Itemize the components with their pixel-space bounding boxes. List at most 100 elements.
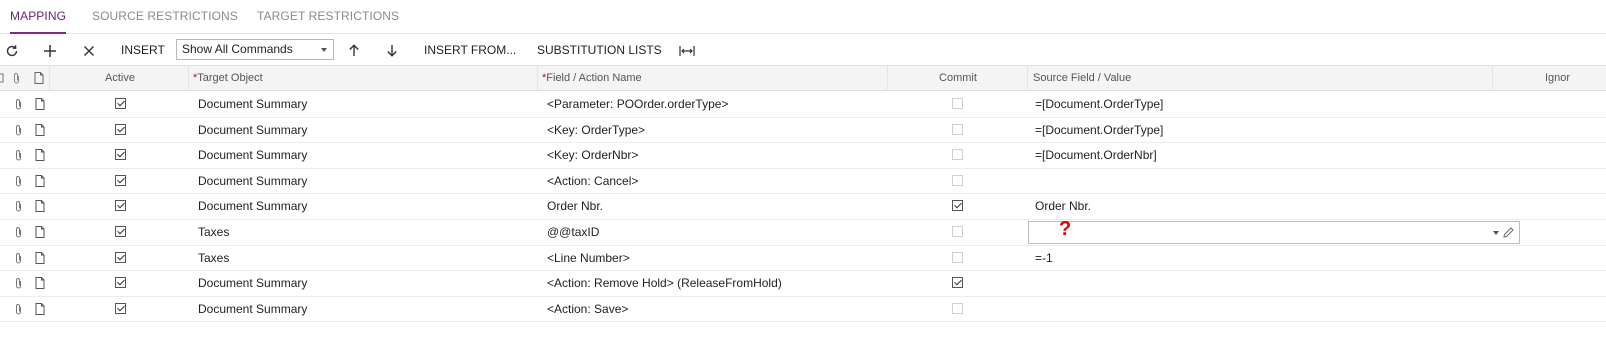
insert-button[interactable]: INSERT: [121, 34, 165, 66]
source-field-cell[interactable]: [1035, 169, 1485, 194]
source-field-cell[interactable]: =[Document.OrderType]: [1035, 118, 1485, 143]
source-field-cell[interactable]: =[Document.OrderNbr]: [1035, 143, 1485, 168]
refresh-button[interactable]: [0, 34, 24, 66]
paperclip-icon[interactable]: [14, 226, 26, 239]
commit-checkbox[interactable]: [952, 302, 963, 314]
commit-column-header[interactable]: Commit: [888, 66, 1028, 91]
note-header-icon: [34, 66, 48, 91]
delete-row-button[interactable]: [77, 34, 101, 66]
plus-icon: [44, 44, 56, 57]
active-checkbox[interactable]: [115, 200, 126, 212]
table-row[interactable]: Document Summary <Key: OrderType> =[Docume…: [0, 118, 1606, 144]
commit-checkbox[interactable]: [952, 226, 963, 237]
source-field-cell[interactable]: [1035, 297, 1485, 322]
source-field-cell[interactable]: =-1: [1035, 246, 1485, 271]
chevron-down-icon[interactable]: [1493, 231, 1499, 235]
arrow-up-icon: [349, 44, 359, 57]
active-checkbox[interactable]: [115, 174, 126, 186]
note-icon[interactable]: [35, 302, 47, 316]
field-action-cell[interactable]: <Action: Remove Hold> (ReleaseFromHold): [547, 271, 882, 296]
note-icon[interactable]: [35, 251, 47, 265]
active-checkbox[interactable]: [115, 226, 126, 237]
tab-mapping[interactable]: MAPPING: [10, 0, 67, 34]
active-checkbox[interactable]: [115, 277, 126, 289]
paperclip-icon[interactable]: [14, 175, 26, 188]
field-action-column-header[interactable]: *Field / Action Name: [542, 66, 882, 91]
field-action-cell[interactable]: <Action: Cancel>: [547, 169, 882, 194]
field-action-cell[interactable]: <Action: Save>: [547, 297, 882, 322]
arrow-down-icon: [387, 45, 397, 58]
field-action-cell[interactable]: <Line Number>: [547, 246, 882, 271]
fit-columns-button[interactable]: [675, 34, 699, 66]
table-row[interactable]: Document Summary <Action: Remove Hold> (R…: [0, 271, 1606, 297]
substitution-lists-button[interactable]: SUBSTITUTION LISTS: [537, 34, 662, 66]
grid-header: Active *Target Object *Field / Action Na…: [0, 66, 1606, 91]
target-object-cell[interactable]: Document Summary: [198, 297, 533, 322]
paperclip-icon[interactable]: [14, 124, 26, 137]
active-checkbox[interactable]: [115, 98, 126, 109]
note-icon[interactable]: [35, 123, 47, 137]
move-down-button[interactable]: [380, 34, 404, 66]
paperclip-icon[interactable]: [14, 303, 26, 316]
commit-checkbox[interactable]: [952, 174, 963, 186]
note-icon[interactable]: [35, 226, 47, 239]
field-action-cell[interactable]: <Key: OrderType>: [547, 118, 882, 143]
field-action-cell[interactable]: @@taxID: [547, 220, 882, 245]
paperclip-icon[interactable]: [14, 98, 26, 111]
commit-checkbox[interactable]: [952, 149, 963, 161]
source-field-editor[interactable]: [1028, 221, 1520, 244]
table-row[interactable]: Document Summary <Action: Save>: [0, 297, 1606, 323]
note-icon[interactable]: [35, 174, 47, 188]
field-action-cell[interactable]: <Parameter: POOrder.orderType>: [547, 92, 882, 117]
target-object-cell[interactable]: Document Summary: [198, 194, 533, 219]
command-filter-select[interactable]: Show All Commands: [176, 39, 334, 60]
pencil-icon[interactable]: [1502, 226, 1515, 239]
field-action-cell[interactable]: Order Nbr.: [547, 194, 882, 219]
move-up-button[interactable]: [342, 34, 366, 66]
table-row[interactable]: Document Summary Order Nbr. Order Nbr.: [0, 194, 1606, 220]
active-checkbox[interactable]: [115, 302, 126, 314]
source-field-column-header[interactable]: Source Field / Value: [1033, 66, 1488, 91]
insert-from-button[interactable]: INSERT FROM...: [424, 34, 516, 66]
target-object-cell[interactable]: Document Summary: [198, 92, 533, 117]
table-row[interactable]: Taxes <Line Number> =-1: [0, 246, 1606, 272]
commit-checkbox[interactable]: [952, 251, 963, 263]
paperclip-icon[interactable]: [14, 252, 26, 265]
target-object-cell[interactable]: Taxes: [198, 220, 533, 245]
target-object-column-header[interactable]: *Target Object: [193, 66, 533, 91]
paperclip-icon[interactable]: [14, 277, 26, 290]
table-row[interactable]: Taxes @@taxID?: [0, 218, 1606, 246]
field-action-cell[interactable]: <Key: OrderNbr>: [547, 143, 882, 168]
commit-checkbox[interactable]: [952, 200, 963, 212]
note-icon[interactable]: [35, 149, 47, 162]
commit-checkbox[interactable]: [952, 277, 963, 289]
target-object-cell[interactable]: Taxes: [198, 246, 533, 271]
paperclip-icon[interactable]: [14, 200, 26, 213]
ignore-column-header[interactable]: Ignor: [1545, 66, 1606, 91]
commit-checkbox[interactable]: [952, 98, 963, 109]
source-field-cell[interactable]: Order Nbr.: [1035, 194, 1485, 219]
active-checkbox[interactable]: [115, 149, 126, 161]
active-column-header[interactable]: Active: [50, 66, 190, 91]
table-row[interactable]: Document Summary <Action: Cancel>: [0, 169, 1606, 195]
commit-checkbox[interactable]: [952, 123, 963, 135]
toolbar: INSERT Show All Commands INSERT FROM... …: [0, 34, 1606, 66]
source-field-cell[interactable]: [1035, 271, 1485, 296]
active-checkbox[interactable]: [115, 251, 126, 263]
target-object-cell[interactable]: Document Summary: [198, 118, 533, 143]
tab-target-restrictions[interactable]: TARGET RESTRICTIONS: [257, 0, 399, 34]
paperclip-icon[interactable]: [14, 149, 26, 162]
target-object-cell[interactable]: Document Summary: [198, 169, 533, 194]
note-icon[interactable]: [35, 277, 47, 290]
note-icon[interactable]: [35, 200, 47, 213]
target-object-cell[interactable]: Document Summary: [198, 271, 533, 296]
active-checkbox[interactable]: [115, 123, 126, 135]
table-row[interactable]: Document Summary <Parameter: POOrder.orde…: [0, 92, 1606, 118]
command-filter-value: Show All Commands: [182, 42, 293, 56]
source-field-cell[interactable]: =[Document.OrderType]: [1035, 92, 1485, 117]
add-row-button[interactable]: [38, 34, 62, 66]
note-icon[interactable]: [35, 98, 47, 111]
tab-source-restrictions[interactable]: SOURCE RESTRICTIONS: [92, 0, 238, 34]
target-object-cell[interactable]: Document Summary: [198, 143, 533, 168]
table-row[interactable]: Document Summary <Key: OrderNbr> =[Documen…: [0, 143, 1606, 169]
